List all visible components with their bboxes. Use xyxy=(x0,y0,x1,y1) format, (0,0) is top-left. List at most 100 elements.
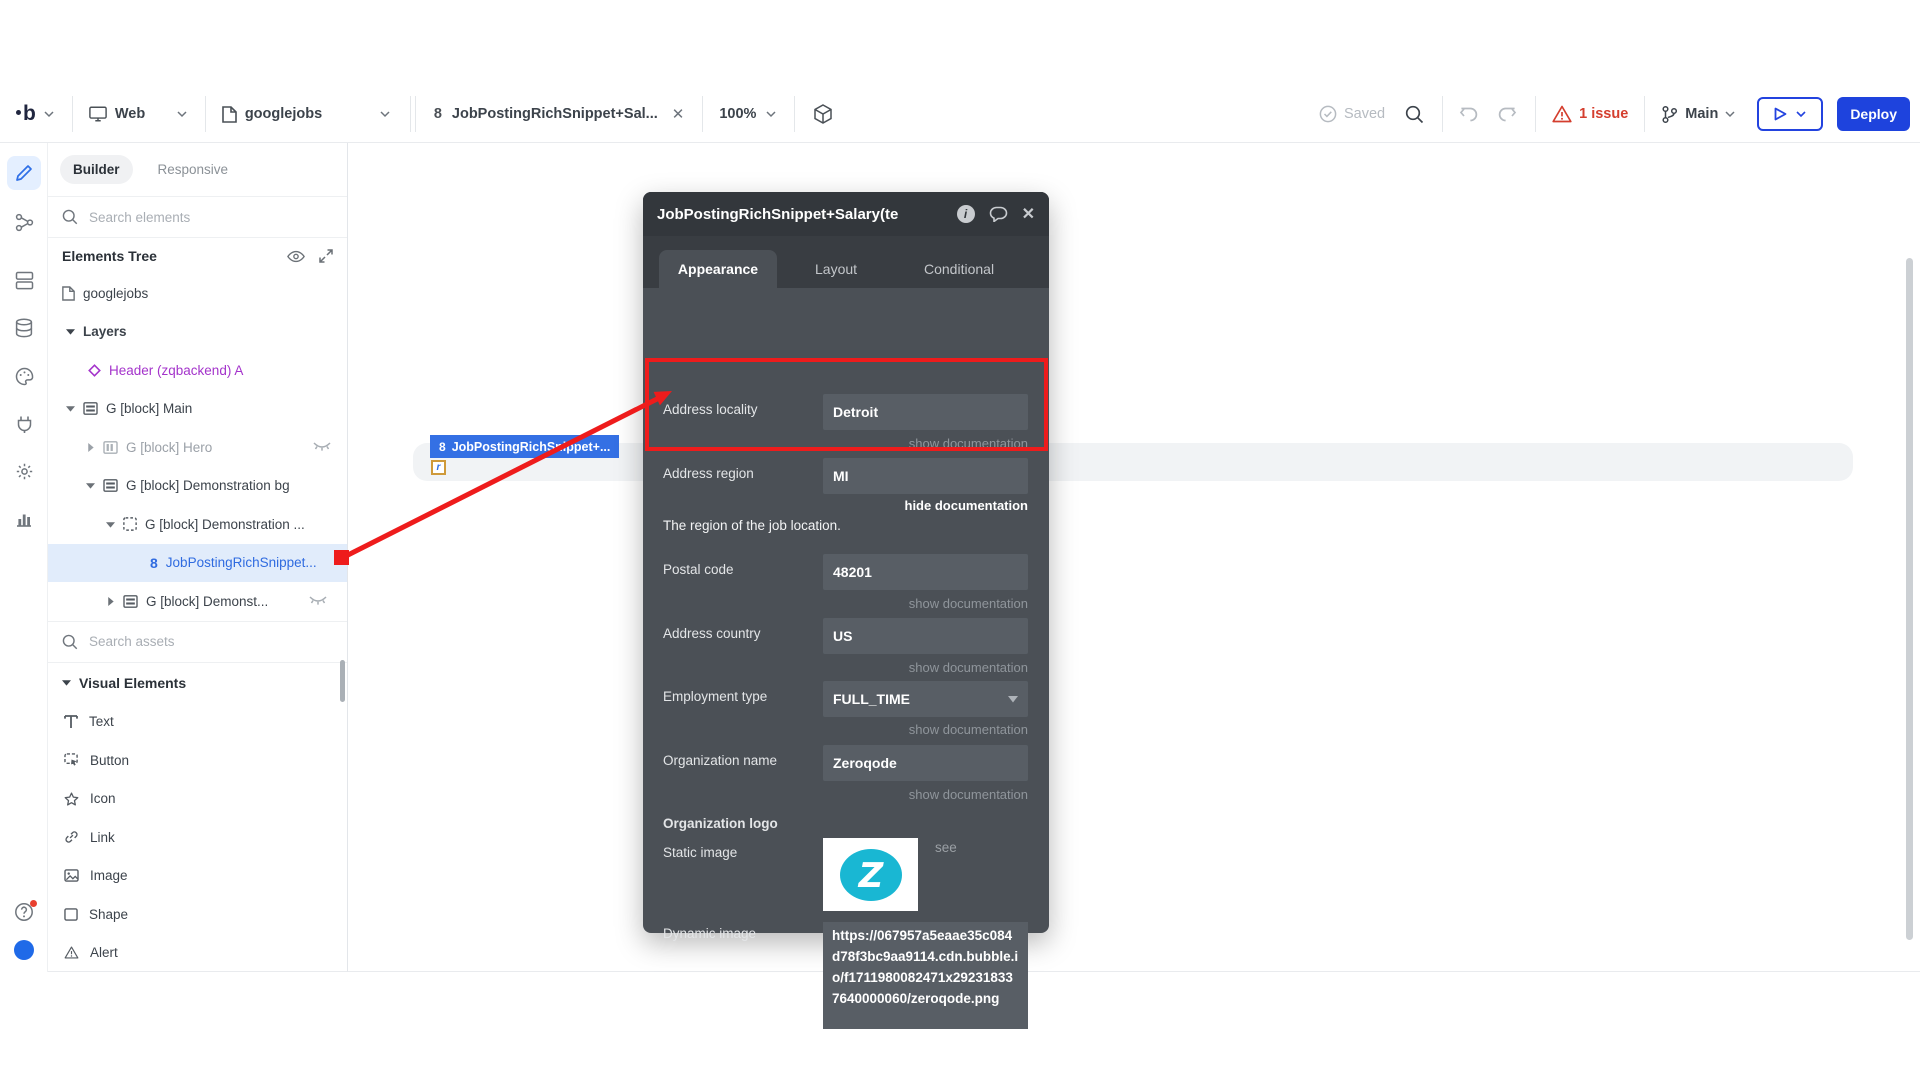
demonstration-section-bg[interactable] xyxy=(413,443,1853,481)
app-logo[interactable]: b xyxy=(16,102,36,126)
employment-type-select[interactable]: FULL_TIME xyxy=(823,681,1028,717)
element-item-label: Icon xyxy=(90,791,116,806)
workflow-tab-button[interactable] xyxy=(7,205,41,239)
account-button[interactable] xyxy=(7,933,41,967)
components-tab-button[interactable] xyxy=(7,263,41,297)
caret-right-icon[interactable] xyxy=(86,443,95,452)
tree-row-layers[interactable]: Layers xyxy=(48,313,347,352)
postal-code-input[interactable]: 48201 xyxy=(823,554,1028,590)
close-tab-icon[interactable]: ✕ xyxy=(672,105,685,123)
address-country-input[interactable]: US xyxy=(823,618,1028,654)
branch-selector[interactable]: Main xyxy=(1661,105,1735,124)
tab-layout[interactable]: Layout xyxy=(815,250,857,288)
tree-row-demonstration[interactable]: G [block] Demonstration ... xyxy=(48,505,347,544)
tab-builder[interactable]: Builder xyxy=(60,155,133,184)
tree-label: G [block] Demonstration ... xyxy=(145,517,305,532)
tree-header-label: Elements Tree xyxy=(62,248,287,264)
component-cube-icon[interactable] xyxy=(813,104,833,125)
element-item-alert[interactable]: Alert xyxy=(48,934,347,973)
search-icon[interactable] xyxy=(1405,105,1424,124)
element-item-button[interactable]: Button xyxy=(48,741,347,780)
search-icon xyxy=(62,634,78,650)
caret-down-icon[interactable] xyxy=(86,481,95,490)
data-tab-button[interactable] xyxy=(7,311,41,345)
element-item-shape[interactable]: Shape xyxy=(48,895,347,934)
comment-icon[interactable] xyxy=(989,206,1008,222)
warning-triangle-icon xyxy=(1552,105,1572,123)
search-assets-input[interactable] xyxy=(87,633,281,650)
tree-label: JobPostingRichSnippet... xyxy=(166,555,317,570)
doc-link[interactable]: show documentation xyxy=(909,660,1028,675)
element-type-icon: 8 xyxy=(434,106,442,122)
caret-right-icon[interactable] xyxy=(106,597,115,606)
logs-tab-button[interactable] xyxy=(7,502,41,536)
info-icon[interactable]: i xyxy=(957,205,975,223)
settings-tab-button[interactable] xyxy=(7,454,41,488)
dynamic-image-input[interactable]: https://067957a5eaae35c084d78f3bc9aa9114… xyxy=(823,922,1028,1029)
tree-row-jobposting-selected[interactable]: 8 JobPostingRichSnippet... xyxy=(48,544,347,583)
tab-conditional[interactable]: Conditional xyxy=(924,250,994,288)
element-item-image[interactable]: Image xyxy=(48,857,347,896)
close-icon[interactable]: ✕ xyxy=(1022,204,1035,224)
tree-row-main[interactable]: G [block] Main xyxy=(48,390,347,429)
element-item-label: Text xyxy=(89,714,114,729)
see-link[interactable]: see xyxy=(935,840,957,855)
property-editor-header[interactable]: JobPostingRichSnippet+Salary(te i ✕ xyxy=(643,192,1049,236)
eye-icon[interactable] xyxy=(287,250,305,263)
doc-link[interactable]: show documentation xyxy=(909,596,1028,611)
mode-label: Web xyxy=(115,106,145,122)
preview-button[interactable] xyxy=(1757,97,1823,131)
element-item-label: Link xyxy=(90,830,115,845)
element-item-text[interactable]: Text xyxy=(48,703,347,742)
canvas-scrollbar-thumb[interactable] xyxy=(1906,258,1913,940)
sidebar-scrollbar-thumb[interactable] xyxy=(340,660,345,702)
static-image-thumbnail[interactable]: Z xyxy=(823,838,918,911)
star-icon xyxy=(64,792,79,806)
design-tab-button[interactable] xyxy=(7,156,41,190)
search-assets-row xyxy=(48,621,347,663)
expand-icon[interactable] xyxy=(319,249,333,263)
caret-down-icon[interactable] xyxy=(66,404,75,413)
organization-name-input[interactable]: Zeroqode xyxy=(823,745,1028,781)
field-label: Address region xyxy=(663,466,754,481)
element-tab[interactable]: 8 JobPostingRichSnippet+Sal... ✕ xyxy=(434,105,685,123)
visual-elements-header[interactable]: Visual Elements xyxy=(48,663,347,703)
undo-icon[interactable] xyxy=(1459,105,1479,124)
block-rows-icon xyxy=(103,479,118,492)
sidebar-tabs: Builder Responsive xyxy=(48,143,347,196)
logo-chevron-icon[interactable] xyxy=(44,111,54,118)
zoom-dropdown[interactable]: 100% xyxy=(719,106,776,122)
tree-row-demonstration-bg[interactable]: G [block] Demonstration bg xyxy=(48,467,347,506)
tab-responsive[interactable]: Responsive xyxy=(145,155,242,184)
deploy-button[interactable]: Deploy xyxy=(1837,97,1910,131)
tab-appearance[interactable]: Appearance xyxy=(659,250,777,288)
element-item-icon[interactable]: Icon xyxy=(48,780,347,819)
redo-icon[interactable] xyxy=(1497,105,1517,124)
address-region-input[interactable]: MI xyxy=(823,458,1028,494)
tree-row-header-element[interactable]: Header (zqbackend) A xyxy=(48,351,347,390)
tree-row-demonst[interactable]: G [block] Demonst... xyxy=(48,582,347,621)
divider xyxy=(415,96,416,132)
tree-row-hero[interactable]: G [block] Hero xyxy=(48,428,347,467)
save-status: Saved xyxy=(1319,105,1385,123)
doc-link[interactable]: show documentation xyxy=(909,787,1028,802)
plugins-tab-button[interactable] xyxy=(7,407,41,441)
doc-link[interactable]: show documentation xyxy=(909,722,1028,737)
search-elements-input[interactable] xyxy=(87,209,281,226)
page-dropdown[interactable]: googlejobs xyxy=(222,106,390,123)
tree-row-page[interactable]: googlejobs xyxy=(48,274,347,313)
selected-element-name: JobPostingRichSnippet+... xyxy=(452,440,611,454)
mode-dropdown[interactable]: Web xyxy=(89,106,187,122)
caret-down-icon[interactable] xyxy=(106,520,115,529)
property-editor: JobPostingRichSnippet+Salary(te i ✕ Appe… xyxy=(643,192,1049,933)
selected-element-label[interactable]: 8 JobPostingRichSnippet+... xyxy=(430,435,619,458)
design-canvas[interactable]: 8 JobPostingRichSnippet+... r xyxy=(348,143,1920,972)
doc-link[interactable]: hide documentation xyxy=(905,498,1029,513)
caret-down-icon[interactable] xyxy=(66,327,75,336)
styles-tab-button[interactable] xyxy=(7,359,41,393)
tree-label: G [block] Demonst... xyxy=(146,594,268,609)
element-item-link[interactable]: Link xyxy=(48,818,347,857)
issue-indicator[interactable]: 1 issue xyxy=(1552,105,1628,123)
notification-dot xyxy=(30,900,37,907)
help-button[interactable] xyxy=(7,895,41,929)
